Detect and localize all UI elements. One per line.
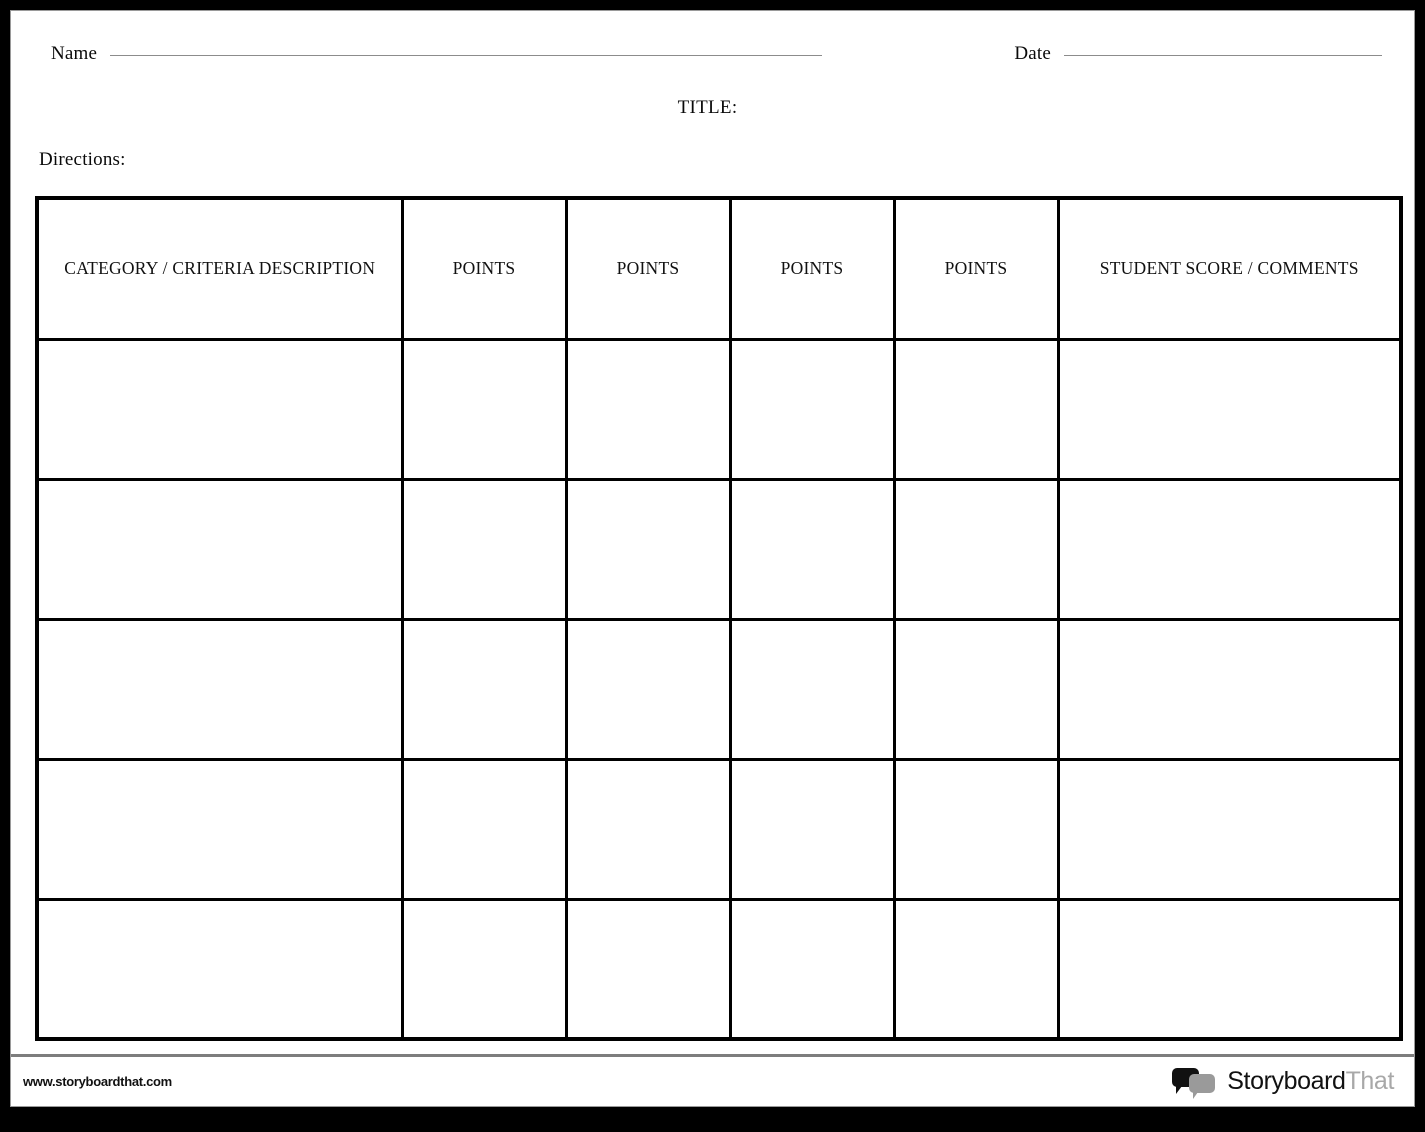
cell-points-4[interactable] [892,757,1060,901]
name-write-line[interactable] [110,55,823,56]
brand-name-primary: Storyboard [1227,1067,1346,1095]
cell-points-2[interactable] [564,337,732,481]
cell-points-4[interactable] [892,897,1060,1041]
cell-criteria[interactable] [35,757,404,901]
cell-points-2[interactable] [564,897,732,1041]
table-row [35,617,1403,761]
page-footer: www.storyboardthat.com StoryboardThat [11,1054,1414,1106]
cell-points-3[interactable] [728,617,896,761]
cell-points-3[interactable] [728,477,896,621]
column-header-student-score: STUDENT SCORE / COMMENTS [1056,196,1403,341]
cell-points-1[interactable] [400,617,568,761]
date-write-line[interactable] [1064,55,1382,56]
cell-points-2[interactable] [564,617,732,761]
title-label: TITLE: [677,97,738,118]
site-url[interactable]: www.storyboardthat.com [23,1074,172,1089]
cell-points-3[interactable] [728,337,896,481]
rubric-table-wrapper: CATEGORY / CRITERIA DESCRIPTION POINTS P… [33,171,1403,1041]
rubric-table-body [35,337,1403,1041]
name-label: Name [51,43,98,64]
column-header-criteria: CATEGORY / CRITERIA DESCRIPTION [35,196,404,341]
table-row [35,337,1403,481]
table-row [35,757,1403,901]
cell-student-score[interactable] [1056,337,1403,481]
date-field-group: Date [1014,43,1382,65]
table-header-row: CATEGORY / CRITERIA DESCRIPTION POINTS P… [35,196,1403,341]
cell-points-3[interactable] [728,897,896,1041]
cell-points-4[interactable] [892,477,1060,621]
cell-student-score[interactable] [1056,757,1403,901]
page-frame: Name Date TITLE: Directions: CATEGORY / … [0,0,1425,1132]
column-header-points-4: POINTS [892,196,1060,341]
date-label: Date [1014,43,1051,64]
cell-criteria[interactable] [35,897,404,1041]
cell-criteria[interactable] [35,617,404,761]
cell-points-3[interactable] [728,757,896,901]
worksheet-sheet: Name Date TITLE: Directions: CATEGORY / … [10,10,1415,1107]
cell-points-4[interactable] [892,617,1060,761]
cell-student-score[interactable] [1056,897,1403,1041]
cell-student-score[interactable] [1056,477,1403,621]
cell-points-2[interactable] [564,477,732,621]
cell-points-1[interactable] [400,337,568,481]
rubric-table: CATEGORY / CRITERIA DESCRIPTION POINTS P… [35,196,1403,1041]
rubric-table-head: CATEGORY / CRITERIA DESCRIPTION POINTS P… [35,196,1403,341]
name-field-group: Name [51,43,823,65]
column-header-points-2: POINTS [564,196,732,341]
cell-points-4[interactable] [892,337,1060,481]
cell-points-1[interactable] [400,757,568,901]
storyboardthat-logo[interactable]: StoryboardThat [1172,1067,1400,1099]
speech-bubble-front-icon [1189,1073,1216,1099]
table-row [35,897,1403,1041]
column-header-points-3: POINTS [728,196,896,341]
cell-points-2[interactable] [564,757,732,901]
speech-bubbles-icon [1172,1067,1218,1099]
brand-wordmark: StoryboardThat [1227,1067,1394,1096]
brand-name-secondary: That [1345,1067,1395,1095]
column-header-points-1: POINTS [400,196,568,341]
directions-label: Directions: [39,149,126,170]
table-row [35,477,1403,621]
cell-criteria[interactable] [35,337,404,481]
cell-student-score[interactable] [1056,617,1403,761]
identification-row: Name Date [33,11,1392,73]
cell-criteria[interactable] [35,477,404,621]
cell-points-1[interactable] [400,897,568,1041]
cell-points-1[interactable] [400,477,568,621]
